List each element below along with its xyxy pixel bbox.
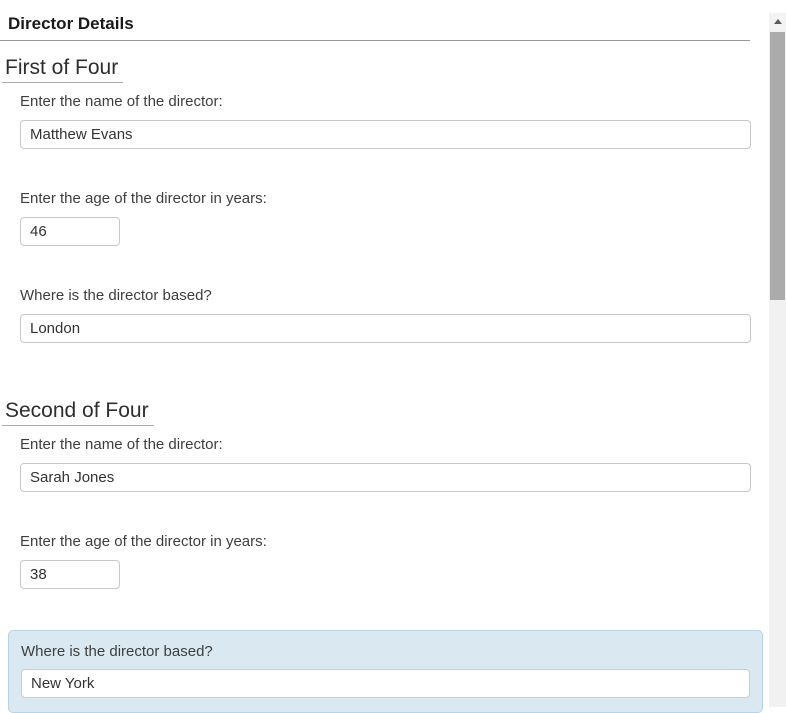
scrollbar-up-button[interactable]: [769, 13, 786, 30]
age-label-2: Enter the age of the director in years:: [20, 533, 769, 551]
field-location-2-highlighted: Where is the director based?: [8, 630, 763, 713]
section-first-of-four: First of Four Enter the name of the dire…: [0, 41, 769, 343]
field-location-1: Where is the director based?: [20, 287, 769, 343]
section-second-of-four: Second of Four Enter the name of the dir…: [0, 384, 769, 713]
page-title: Director Details: [8, 13, 769, 35]
vertical-scrollbar[interactable]: [769, 13, 786, 707]
name-label-2: Enter the name of the director:: [20, 436, 769, 454]
age-input-2[interactable]: [20, 560, 120, 589]
name-label-1: Enter the name of the director:: [20, 93, 769, 111]
age-input-1[interactable]: [20, 217, 120, 246]
field-name-2: Enter the name of the director:: [20, 436, 769, 492]
triangle-up-icon: [774, 19, 782, 24]
section-heading: Second of Four: [2, 398, 154, 426]
form-content: Director Details First of Four Enter the…: [0, 13, 769, 713]
location-input-1[interactable]: [20, 314, 751, 343]
location-label-1: Where is the director based?: [20, 287, 769, 305]
age-label-1: Enter the age of the director in years:: [20, 190, 769, 208]
section-heading-wrapper: Second of Four: [0, 384, 769, 426]
location-label-2: Where is the director based?: [21, 643, 750, 661]
field-age-1: Enter the age of the director in years:: [20, 190, 769, 246]
field-age-2: Enter the age of the director in years:: [20, 533, 769, 589]
name-input-2[interactable]: [20, 463, 751, 492]
scrollbar-thumb[interactable]: [770, 32, 785, 300]
section-heading: First of Four: [2, 55, 123, 83]
name-input-1[interactable]: [20, 120, 751, 149]
section-heading-wrapper: First of Four: [0, 41, 769, 83]
field-name-1: Enter the name of the director:: [20, 93, 769, 149]
